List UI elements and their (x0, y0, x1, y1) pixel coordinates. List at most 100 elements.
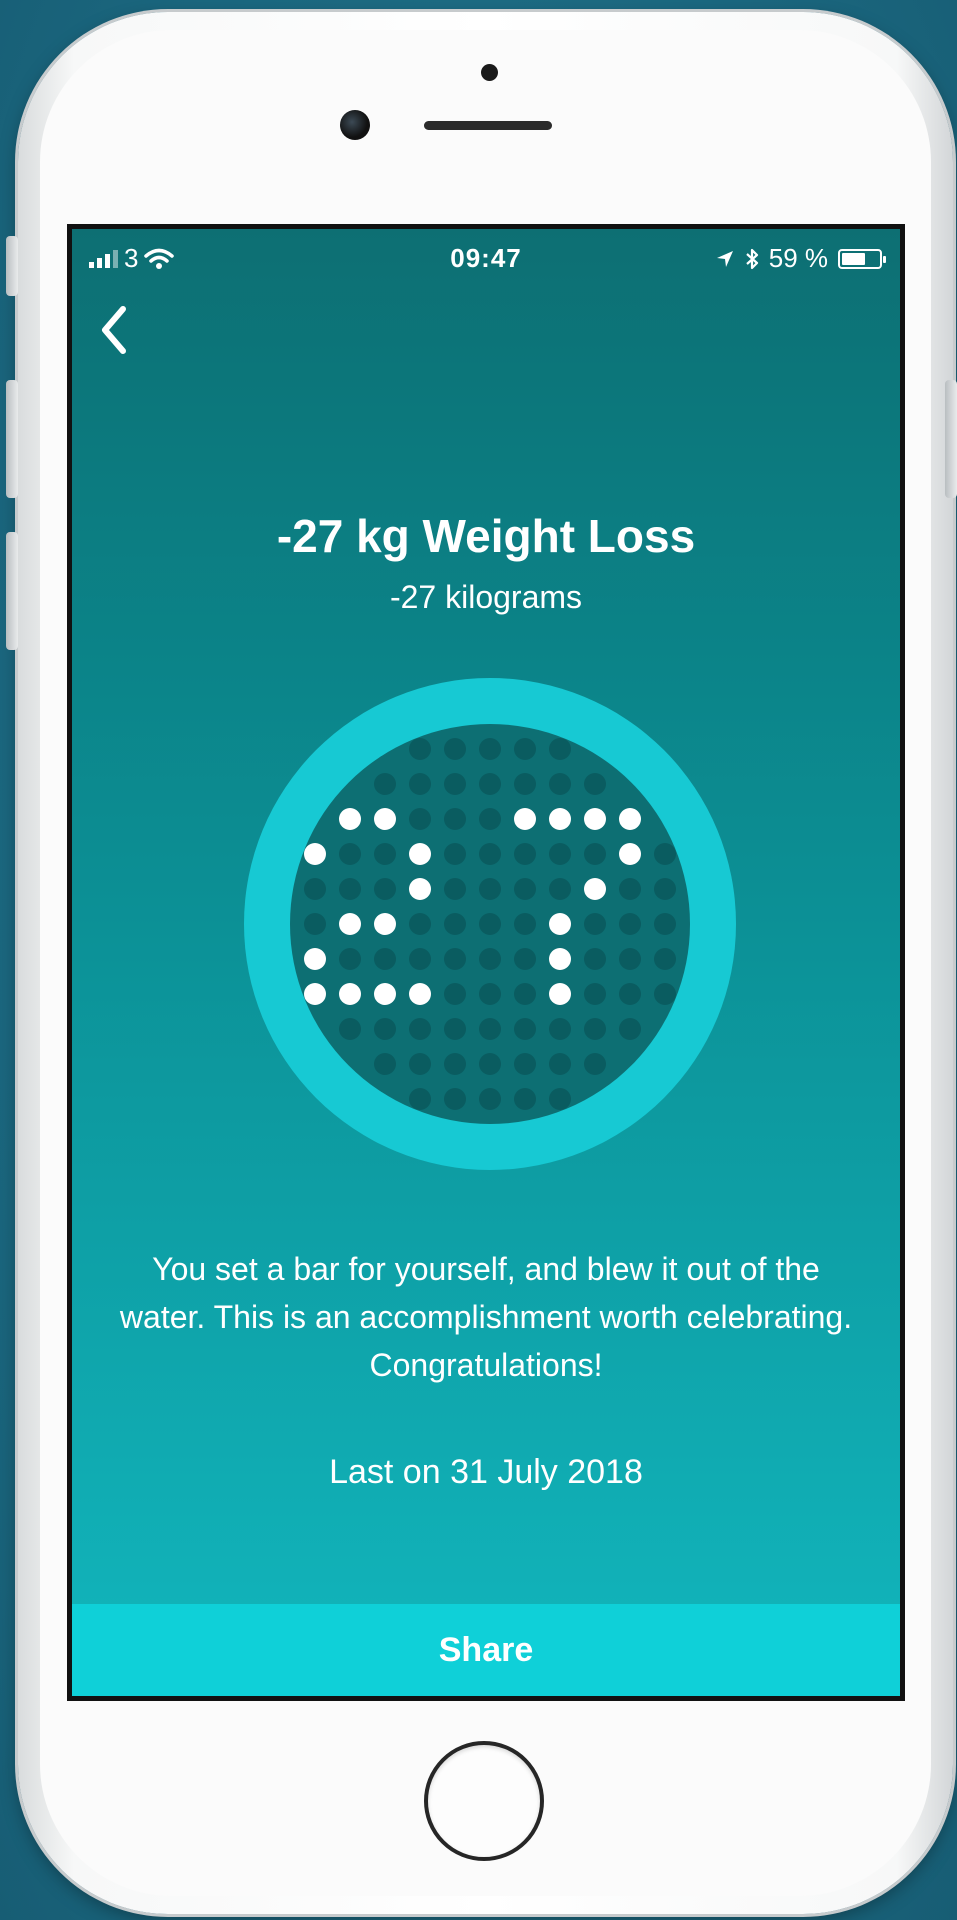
badge-dot (549, 773, 571, 795)
badge-dot-lit (339, 983, 361, 1005)
badge-dot (444, 948, 466, 970)
badge-dot (444, 738, 466, 760)
badge-dot (549, 1053, 571, 1075)
status-bar: 3 09:47 59 % (72, 229, 900, 289)
badge-dot (339, 1018, 361, 1040)
badge-dot (374, 843, 396, 865)
bluetooth-icon (745, 248, 758, 269)
badge-dot (479, 913, 501, 935)
badge-dot (444, 913, 466, 935)
badge-dot (304, 878, 326, 900)
badge-dot (584, 843, 606, 865)
badge-dot (409, 738, 431, 760)
proximity-sensor (481, 64, 498, 81)
page-subtitle: -27 kilograms (389, 579, 583, 615)
badge-dot (514, 878, 536, 900)
badge-dot-lit (374, 913, 396, 935)
mute-switch (6, 236, 18, 296)
last-earned-date: Last on 31 July 2018 (329, 1453, 643, 1491)
badge-dot (374, 1018, 396, 1040)
badge-dot (444, 878, 466, 900)
badge-dot (444, 1053, 466, 1075)
chevron-left-icon (102, 306, 126, 354)
badge-dot (619, 948, 641, 970)
phone-screen: 3 09:47 59 % -27 kg Weight Loss -27 kilo… (67, 224, 905, 1701)
badge-dot-lit (304, 948, 326, 970)
badge-dot (654, 878, 676, 900)
badge-dot-lit (549, 983, 571, 1005)
badge-dot (654, 948, 676, 970)
badge-dot (444, 1088, 466, 1110)
page-title: -27 kg Weight Loss (276, 510, 696, 562)
badge-dot (409, 808, 431, 830)
badge-dot (444, 1018, 466, 1040)
badge-dot (549, 843, 571, 865)
badge-dot (409, 1018, 431, 1040)
badge-dot (479, 983, 501, 1005)
badge-dot (654, 983, 676, 1005)
badge-dot (409, 1088, 431, 1110)
home-button[interactable] (424, 1741, 544, 1861)
location-arrow-icon (716, 250, 733, 267)
badge-dot-lit (619, 843, 641, 865)
badge-dot-lit (409, 878, 431, 900)
status-right: 59 % (715, 243, 886, 274)
badge-dot (514, 773, 536, 795)
earpiece-speaker (424, 121, 552, 130)
volume-up-button (6, 380, 18, 498)
badge-graphic (244, 678, 736, 1170)
badge-dot-lit (409, 983, 431, 1005)
badge-dot-lit (304, 983, 326, 1005)
badge-dot (584, 983, 606, 1005)
badge-dot-lit (514, 808, 536, 830)
badge-dot (514, 948, 536, 970)
badge-dot (549, 1088, 571, 1110)
badge-dot (444, 773, 466, 795)
badge-dot (549, 1018, 571, 1040)
badge-dot (444, 843, 466, 865)
badge-dot (479, 1053, 501, 1075)
badge-dot (514, 1088, 536, 1110)
badge-dot (619, 878, 641, 900)
badge-dot (304, 913, 326, 935)
badge-dot (584, 1053, 606, 1075)
badge-dot (584, 948, 606, 970)
badge-dot (374, 948, 396, 970)
badge-dot (514, 1053, 536, 1075)
badge-dot (549, 738, 571, 760)
badge-dot (409, 773, 431, 795)
badge-dot (479, 1018, 501, 1040)
badge-dot (409, 948, 431, 970)
badge-dot (374, 1053, 396, 1075)
badge-dot (619, 1018, 641, 1040)
badge-dot (619, 913, 641, 935)
badge-dot (514, 1018, 536, 1040)
badge-dot (619, 983, 641, 1005)
badge-dot (374, 878, 396, 900)
badge-dot-lit (549, 948, 571, 970)
power-button (945, 380, 957, 498)
badge-dot (654, 843, 676, 865)
badge-dot-lit (304, 843, 326, 865)
badge-dot (339, 948, 361, 970)
badge-dot (654, 913, 676, 935)
badge-dot (479, 948, 501, 970)
badge-dot (479, 878, 501, 900)
badge-dot (479, 808, 501, 830)
back-button[interactable] (86, 297, 142, 363)
share-button[interactable]: Share (72, 1604, 900, 1696)
badge-dot (479, 1088, 501, 1110)
badge-dot-lit (339, 808, 361, 830)
badge-dot (409, 913, 431, 935)
achievement-badge: 27 (242, 676, 738, 1172)
badge-dot-lit (584, 808, 606, 830)
badge-dot (584, 913, 606, 935)
badge-dot-lit (374, 808, 396, 830)
badge-dot-lit (374, 983, 396, 1005)
badge-dot (409, 1053, 431, 1075)
badge-dot (514, 913, 536, 935)
badge-dot (479, 843, 501, 865)
battery-percent: 59 % (768, 243, 828, 273)
badge-dot (584, 1018, 606, 1040)
badge-dot (584, 773, 606, 795)
